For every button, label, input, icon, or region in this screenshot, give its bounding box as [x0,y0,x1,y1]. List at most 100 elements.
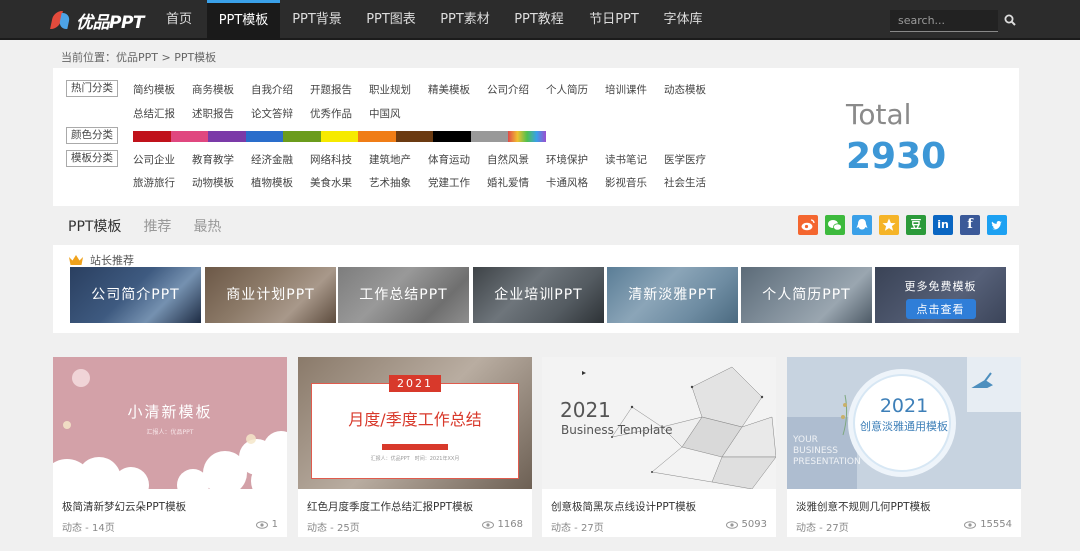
weibo-icon[interactable] [798,215,818,235]
color-swatch-orange[interactable] [358,131,396,142]
color-swatch-gray[interactable] [470,131,508,142]
search-icon[interactable] [1004,14,1016,26]
color-swatch-green[interactable] [283,131,321,142]
linkedin-icon[interactable]: in [933,215,953,235]
filter-tag[interactable]: 职业规划 [369,82,411,97]
recommend-section: 站长推荐 公司简介PPT 商业计划PPT 工作总结PPT 企业培训PPT 清新淡… [53,245,1019,333]
filter-tag[interactable]: 开题报告 [310,82,352,97]
nav-item-holiday-ppt[interactable]: 节日PPT [584,0,644,40]
wechat-icon[interactable] [825,215,845,235]
color-swatch-rainbow[interactable] [508,131,546,142]
banner-fresh-elegant[interactable]: 清新淡雅PPT [607,267,738,323]
thumbnail-rule [382,444,448,450]
card-title[interactable]: 创意极简黑灰点线设计PPT模板 [551,499,696,514]
tab-ppt-templates[interactable]: PPT模板 [68,216,121,236]
color-swatch-brown[interactable] [395,131,433,142]
twitter-icon[interactable] [987,215,1007,235]
filter-panel: 热门分类 简约模板 商务模板 自我介绍 开题报告 职业规划 精美模板 公司介绍 … [53,68,1019,206]
filter-tag[interactable]: 美食水果 [310,175,352,190]
tab-recommended[interactable]: 推荐 [143,216,171,236]
filter-tag[interactable]: 社会生活 [664,175,706,190]
filter-tag[interactable]: 旅游旅行 [133,175,175,190]
filter-tag[interactable]: 体育运动 [428,152,470,167]
filter-tag[interactable]: 培训课件 [605,82,647,97]
search-input[interactable] [890,10,998,31]
filter-tag[interactable]: 经济金融 [251,152,293,167]
card-thumbnail[interactable]: 2021 月度/季度工作总结 汇报人：优品PPT 时间：2021年XX月 [298,357,532,489]
logo-icon [50,9,72,31]
filter-tag[interactable]: 精美模板 [428,82,470,97]
card-title[interactable]: 极简清新梦幻云朵PPT模板 [62,499,186,514]
eye-icon [725,520,738,529]
filter-tag[interactable]: 影视音乐 [605,175,647,190]
template-card[interactable]: YOUR BUSINESS PRESENTATION 2021 创意淡雅通用模板… [787,357,1021,537]
banner-personal-resume[interactable]: 个人简历PPT [741,267,872,323]
filter-tag[interactable]: 个人简历 [546,82,588,97]
color-swatch-blue[interactable] [245,131,283,142]
filter-tag[interactable]: 环境保护 [546,152,588,167]
card-title[interactable]: 红色月度季度工作总结汇报PPT模板 [307,499,473,514]
card-views: 5093 [725,519,767,530]
clouds-illustration [53,369,287,489]
nav-item-ppt-backgrounds[interactable]: PPT背景 [287,0,347,40]
filter-tag[interactable]: 读书笔记 [605,152,647,167]
douban-icon[interactable]: 豆 [906,215,926,235]
filter-tag[interactable]: 网络科技 [310,152,352,167]
filter-tag[interactable]: 婚礼爱情 [487,175,529,190]
banner-more-templates[interactable]: 更多免费模板 点击查看 [875,267,1006,323]
filter-tag[interactable]: 建筑地产 [369,152,411,167]
color-swatch-black[interactable] [433,131,471,142]
filter-tag[interactable]: 党建工作 [428,175,470,190]
nav-item-home[interactable]: 首页 [158,0,200,40]
color-swatches [133,131,546,142]
site-logo[interactable]: 优品PPT [50,8,145,33]
nav-item-ppt-materials[interactable]: PPT素材 [435,0,495,40]
banner-business-plan[interactable]: 商业计划PPT [205,267,336,323]
nav-item-ppt-tutorials[interactable]: PPT教程 [509,0,569,40]
filter-tag[interactable]: 自然风景 [487,152,529,167]
tab-hottest[interactable]: 最热 [193,216,221,236]
card-meta: 动态 - 14页 [62,523,115,534]
filter-tag[interactable]: 总结汇报 [133,106,175,121]
filter-tag[interactable]: 论文答辩 [251,106,293,121]
color-swatch-pink[interactable] [170,131,208,142]
filter-tag[interactable]: 卡通风格 [546,175,588,190]
template-card[interactable]: 小清新模板 汇报人：优品PPT 极简清新梦幻云朵PPT模板 动态 - 14页 1 [53,357,287,537]
template-card[interactable]: 2021 月度/季度工作总结 汇报人：优品PPT 时间：2021年XX月 红色月… [298,357,532,537]
card-thumbnail[interactable]: 小清新模板 汇报人：优品PPT [53,357,287,489]
template-card[interactable]: 2021 Business Template 创意极简黑灰点线设计PPT模板 动… [542,357,776,537]
filter-tag[interactable]: 公司介绍 [487,82,529,97]
filter-tag[interactable]: 医学医疗 [664,152,706,167]
card-title[interactable]: 淡雅创意不规则几何PPT模板 [796,499,931,514]
card-thumbnail[interactable]: 2021 Business Template [542,357,776,489]
banner-corporate-training[interactable]: 企业培训PPT [473,267,604,323]
view-more-button[interactable]: 点击查看 [905,299,976,319]
filter-tag[interactable]: 自我介绍 [251,82,293,97]
nav-item-fonts[interactable]: 字体库 [658,0,708,40]
filter-tag[interactable]: 公司企业 [133,152,175,167]
filter-tag[interactable]: 艺术抽象 [369,175,411,190]
color-swatch-red[interactable] [133,131,171,142]
facebook-icon[interactable]: f [960,215,980,235]
filter-tag[interactable]: 动态模板 [664,82,706,97]
filter-tag[interactable]: 中国风 [369,106,401,121]
filter-tag[interactable]: 动物模板 [192,175,234,190]
color-swatch-purple[interactable] [208,131,246,142]
banner-work-summary[interactable]: 工作总结PPT [338,267,469,323]
card-views: 15554 [964,519,1012,530]
card-thumbnail[interactable]: YOUR BUSINESS PRESENTATION 2021 创意淡雅通用模板 [787,357,1021,489]
filter-tag[interactable]: 商务模板 [192,82,234,97]
filter-tag[interactable]: 教育教学 [192,152,234,167]
qq-icon[interactable] [852,215,872,235]
thumbnail-year: 2021 [560,398,611,422]
filter-tag[interactable]: 优秀作品 [310,106,352,121]
card-meta: 动态 - 27页 [796,523,849,534]
filter-tag[interactable]: 述职报告 [192,106,234,121]
qzone-icon[interactable] [879,215,899,235]
nav-item-ppt-charts[interactable]: PPT图表 [361,0,421,40]
color-swatch-yellow[interactable] [320,131,358,142]
filter-tag[interactable]: 植物模板 [251,175,293,190]
nav-item-ppt-templates[interactable]: PPT模板 [207,0,280,40]
filter-tag[interactable]: 简约模板 [133,82,175,97]
banner-company-profile[interactable]: 公司简介PPT [70,267,201,323]
